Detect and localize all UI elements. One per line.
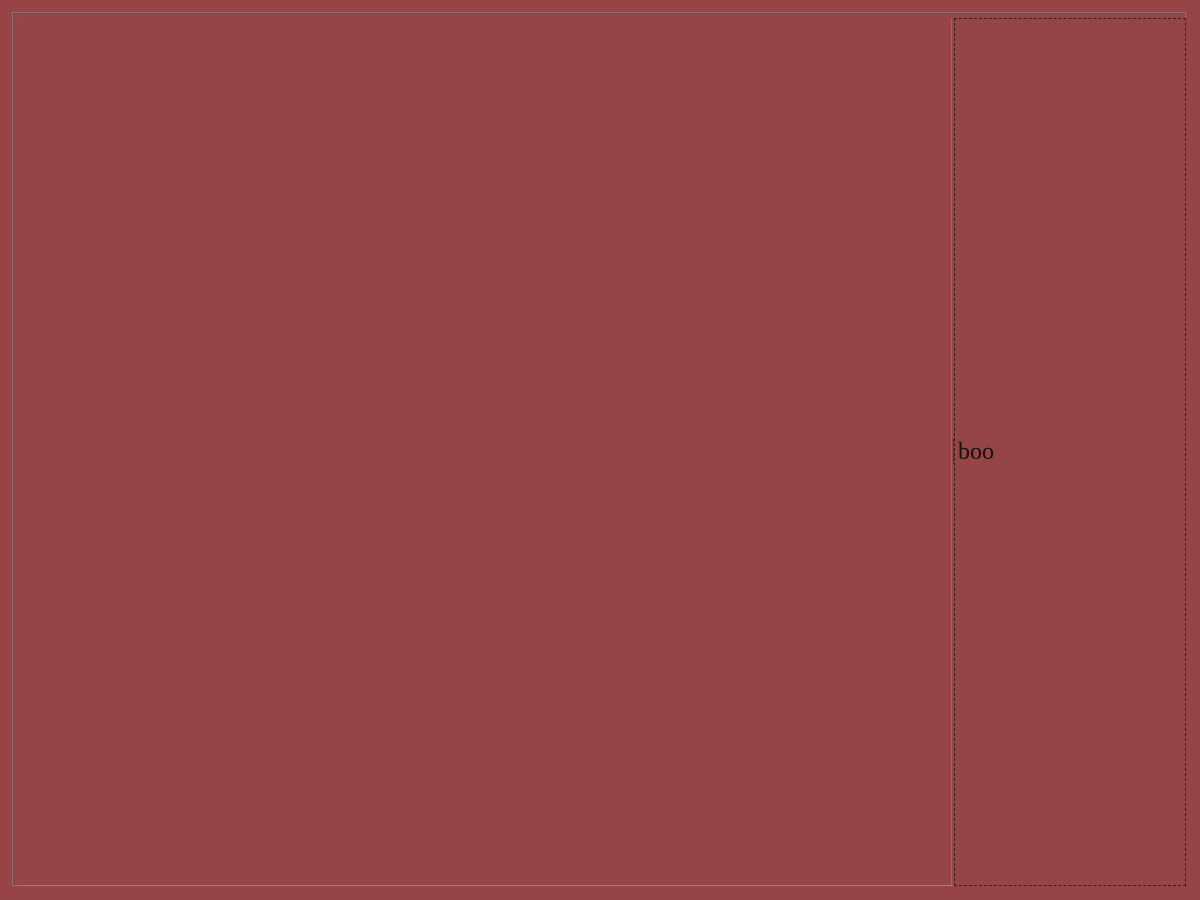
main-frame[interactable] xyxy=(18,18,952,886)
side-frame[interactable]: boo xyxy=(953,18,1186,886)
frameset-inner-border: boo xyxy=(17,17,1186,886)
side-frame-label: boo xyxy=(958,439,994,465)
page-root: boo xyxy=(0,0,1200,900)
frameset-container: boo xyxy=(12,12,1186,886)
